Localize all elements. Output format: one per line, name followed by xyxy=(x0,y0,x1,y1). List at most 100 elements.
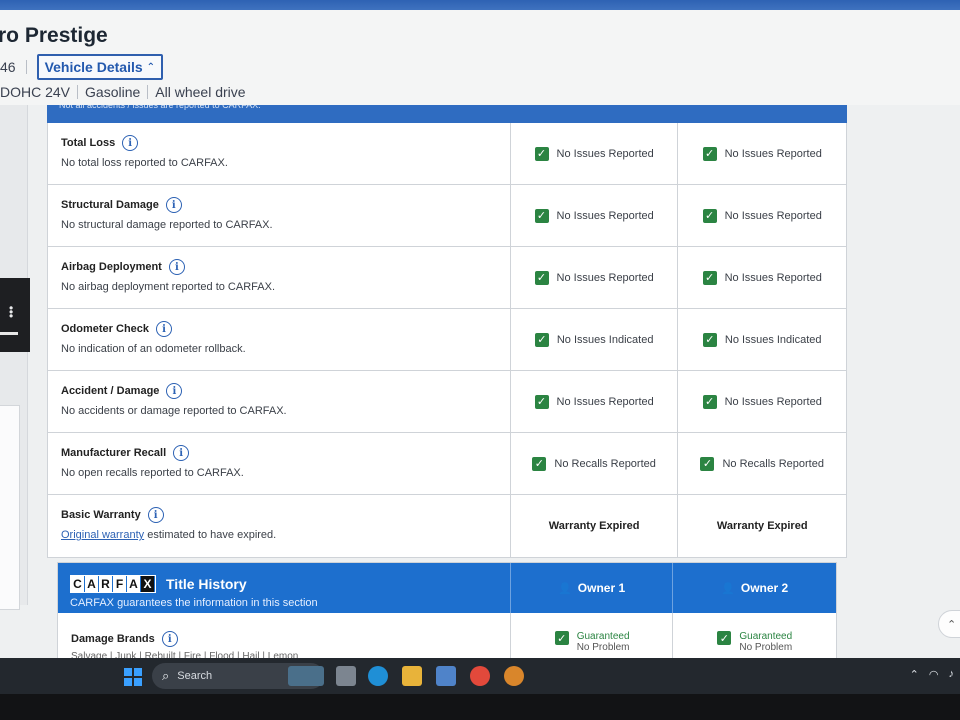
checkmark-icon: ✓ xyxy=(717,631,732,645)
row-description: No accidents or damage reported to CARFA… xyxy=(61,405,287,417)
left-media-widget[interactable]: • • • xyxy=(0,278,30,352)
warranty-status: Warranty Expired xyxy=(716,520,808,532)
owner2-status-cell: ✓ No Issues Indicated xyxy=(678,309,846,370)
info-icon[interactable]: i xyxy=(147,507,164,523)
vehicle-header: ro Prestige 46 Vehicle Details ⌃ DOHC 24… xyxy=(0,10,960,105)
owner1-status-cell: ✓ No Issues Reported xyxy=(511,185,679,246)
row-description: No airbag deployment reported to CARFAX. xyxy=(61,281,276,293)
owner2-status-cell: ✓ No Issues Reported xyxy=(678,371,846,432)
windows-taskbar: ⌕ Search ⌃ ◠ ♪ xyxy=(0,658,960,694)
guaranteed-label: Guaranteed xyxy=(576,631,630,642)
checkmark-icon: ✓ xyxy=(534,394,549,409)
table-row-damage-brands: Damage Brands i Salvage | Junk | Rebuilt … xyxy=(58,613,836,660)
row-title: Basic Warranty xyxy=(61,509,141,521)
logo-letter: F xyxy=(113,576,127,592)
checkmark-icon: ✓ xyxy=(534,270,549,285)
row-label-cell: Odometer Check i No indication of an odom… xyxy=(48,309,511,370)
chevron-up-icon: ⌃ xyxy=(146,61,156,73)
title-history-section: C A R F A X Title History CARFAX guarant… xyxy=(57,562,837,660)
divider xyxy=(77,85,79,99)
more-options-icon[interactable]: • • • xyxy=(9,302,13,322)
chrome-profile-icon[interactable] xyxy=(504,666,524,686)
row-title: Total Loss xyxy=(61,137,116,149)
owner1-status-cell: ✓ Guaranteed No Problem xyxy=(511,613,674,660)
progress-bar xyxy=(0,332,18,335)
search-icon: ⌕ xyxy=(162,668,170,683)
owner2-status-cell: Warranty Expired xyxy=(678,495,846,557)
info-icon[interactable]: i xyxy=(168,259,185,275)
title-history-header: C A R F A X Title History CARFAX guarant… xyxy=(58,563,836,613)
row-label-cell: Damage Brands i Salvage | Junk | Rebuilt … xyxy=(58,613,511,660)
section-title: Title History xyxy=(166,576,247,592)
row-title: Airbag Deployment xyxy=(61,261,162,273)
checkmark-icon: ✓ xyxy=(700,456,715,471)
monitor-bezel xyxy=(0,694,960,720)
table-row: Accident / Damage i No accidents or damag… xyxy=(48,371,846,433)
original-warranty-link[interactable]: Original warranty xyxy=(61,529,144,541)
info-icon[interactable]: i xyxy=(161,631,178,647)
row-title: Structural Damage xyxy=(61,199,159,211)
row-description: No indication of an odometer rollback. xyxy=(61,343,246,355)
status-text: No Issues Reported xyxy=(724,147,822,160)
checkmark-icon: ✓ xyxy=(532,456,547,471)
carfax-logo: C A R F A X xyxy=(70,575,156,593)
owner1-status-cell: ✓ No Issues Reported xyxy=(511,247,679,308)
chrome-icon[interactable] xyxy=(470,666,490,686)
row-label-cell: Airbag Deployment i No airbag deployment … xyxy=(48,247,511,308)
windows-start-icon[interactable] xyxy=(124,668,142,686)
checkmark-icon: ✓ xyxy=(702,146,717,161)
status-text: No Recalls Reported xyxy=(554,457,656,470)
status-text: No Issues Reported xyxy=(556,209,654,222)
spec-drive: All wheel drive xyxy=(155,84,246,100)
vehicle-details-button[interactable]: Vehicle Details ⌃ xyxy=(36,54,164,80)
weather-widget-icon[interactable] xyxy=(288,666,324,686)
guaranteed-value: No Problem xyxy=(739,642,793,653)
vehicle-specs: DOHC 24V Gasoline All wheel drive xyxy=(0,84,246,100)
info-icon[interactable]: i xyxy=(165,197,182,213)
scroll-up-button[interactable]: ⌃ xyxy=(938,610,960,638)
checkmark-icon: ✓ xyxy=(702,332,717,347)
spec-engine: DOHC 24V xyxy=(0,84,71,100)
wifi-icon[interactable]: ◠ xyxy=(929,668,939,681)
owner1-status-cell: ✓ No Issues Indicated xyxy=(511,309,679,370)
row-label-cell: Manufacturer Recall i No open recalls rep… xyxy=(48,433,511,494)
table-row: Airbag Deployment i No airbag deployment … xyxy=(48,247,846,309)
owner1-status-cell: ✓ No Issues Reported xyxy=(511,371,679,432)
owner2-status-cell: ✓ Guaranteed No Problem xyxy=(673,613,836,660)
owner1-status-cell: ✓ No Issues Reported xyxy=(511,123,679,184)
info-icon[interactable]: i xyxy=(156,321,173,337)
vin-row: 46 Vehicle Details ⌃ xyxy=(0,54,164,80)
status-text: No Issues Indicated xyxy=(556,333,654,346)
checkmark-icon: ✓ xyxy=(702,394,717,409)
checkmark-icon: ✓ xyxy=(554,631,569,645)
info-icon[interactable]: i xyxy=(166,383,183,399)
row-label-cell: Structural Damage i No structural damage … xyxy=(48,185,511,246)
info-icon[interactable]: i xyxy=(173,445,190,461)
volume-icon[interactable]: ♪ xyxy=(949,668,955,681)
owner2-label: Owner 2 xyxy=(740,581,789,595)
row-description: Original warranty estimated to have expi… xyxy=(61,529,510,541)
vin-suffix: 46 xyxy=(0,59,16,75)
owner1-status-cell: ✓ No Recalls Reported xyxy=(511,433,679,494)
row-title: Odometer Check xyxy=(61,323,150,335)
chevron-up-icon[interactable]: ⌃ xyxy=(910,668,919,681)
calculator-icon[interactable] xyxy=(436,666,456,686)
checkmark-icon: ✓ xyxy=(702,208,717,223)
row-description: No total loss reported to CARFAX. xyxy=(61,157,228,169)
status-text: No Issues Reported xyxy=(724,271,822,284)
file-explorer-icon[interactable] xyxy=(402,666,422,686)
person-icon: 👤 xyxy=(721,582,735,595)
checkmark-icon: ✓ xyxy=(534,146,549,161)
owner2-status-cell: ✓ No Issues Reported xyxy=(678,123,846,184)
browser-page: ro Prestige 46 Vehicle Details ⌃ DOHC 24… xyxy=(0,0,960,660)
info-icon[interactable]: i xyxy=(122,135,139,151)
owner1-label: Owner 1 xyxy=(577,581,626,595)
edge-browser-icon[interactable] xyxy=(368,666,388,686)
checkmark-icon: ✓ xyxy=(534,332,549,347)
system-tray: ⌃ ◠ ♪ xyxy=(910,668,954,681)
section-subtitle: CARFAX guarantees the information in thi… xyxy=(70,597,318,609)
checkmark-icon: ✓ xyxy=(534,208,549,223)
status-text: No Issues Reported xyxy=(556,271,654,284)
logo-letter: A xyxy=(85,576,99,592)
task-view-icon[interactable] xyxy=(336,666,356,686)
